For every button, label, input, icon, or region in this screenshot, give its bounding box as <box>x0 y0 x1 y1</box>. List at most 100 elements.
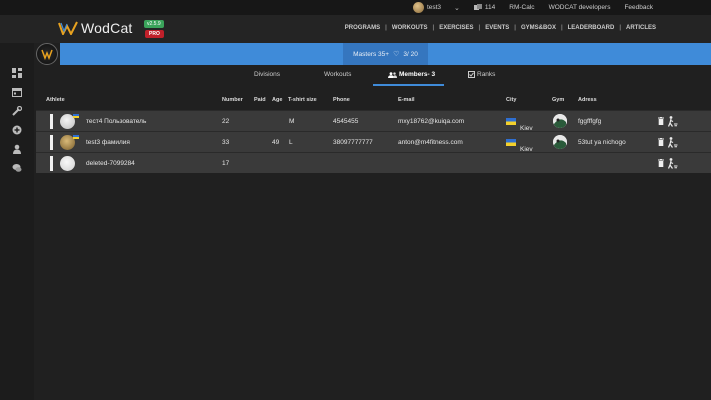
tab-members-label: Members- 3 <box>399 71 436 78</box>
nav-leaderboard[interactable]: LEADERBOARD <box>568 25 615 31</box>
trash-icon[interactable] <box>658 138 664 146</box>
col-gym: Gym <box>552 97 565 103</box>
col-city: City <box>506 97 517 103</box>
col-email: E-mail <box>398 97 415 103</box>
nav-workouts[interactable]: WORKOUTS <box>392 25 428 31</box>
nav-separator: | <box>514 25 516 31</box>
ukraine-flag-icon <box>73 114 79 118</box>
chat-icon[interactable] <box>12 163 22 173</box>
calendar-icon[interactable] <box>12 87 22 97</box>
checkbox-icon <box>468 71 475 78</box>
tab-ranks-label: Ranks <box>477 71 496 78</box>
chevron-down-icon[interactable]: ⌄ <box>454 4 460 12</box>
athlete-phone: 4545455 <box>333 118 359 125</box>
nav-separator: | <box>432 25 435 31</box>
ukraine-flag-icon <box>506 118 516 125</box>
col-address: Adress <box>578 97 597 103</box>
coins-icon <box>473 4 482 10</box>
rm-calc-link[interactable]: RM-Calc <box>509 4 534 11</box>
developers-link[interactable]: WODCAT developers <box>549 4 611 11</box>
athlete-phone: 38097777777 <box>333 139 373 146</box>
user-icon[interactable] <box>12 144 22 154</box>
athlete-name[interactable]: test3 фамилия <box>86 139 130 146</box>
gym-logo-icon[interactable] <box>553 135 567 149</box>
division-selector[interactable]: Masters 35+ ♡ 3/ 20 <box>343 43 428 65</box>
header: WodCat v2.5.9 PRO PROGRAMS | WORKOUTS | EX… <box>0 15 711 43</box>
col-phone: Phone <box>333 97 350 103</box>
col-athlete: Athlete <box>46 97 65 103</box>
athlete-tshirt: L <box>289 139 293 146</box>
athlete-name[interactable]: тест4 Пользователь <box>86 118 146 125</box>
table-row[interactable]: test3 фамилия 33 49 L 38097777777 anton@… <box>36 131 711 153</box>
athlete-city: Kiev <box>506 139 533 153</box>
sidebar <box>0 43 34 400</box>
members-icon <box>388 71 397 78</box>
main-nav: PROGRAMS | WORKOUTS | EXERCISES | EVENTS | G… <box>345 25 656 31</box>
event-emblem <box>36 43 58 65</box>
nav-articles[interactable]: ARTICLES <box>626 25 656 31</box>
remove-athlete-icon[interactable] <box>668 137 678 148</box>
trash-icon[interactable] <box>658 117 664 125</box>
row-marker <box>50 135 53 150</box>
feedback-link[interactable]: Feedback <box>624 4 653 11</box>
nav-exercises[interactable]: EXERCISES <box>439 25 473 31</box>
athlete-city: Kiev <box>506 118 533 132</box>
athlete-email: anton@m4fitness.com <box>398 139 463 146</box>
nav-events[interactable]: EVENTS <box>485 25 509 31</box>
row-marker <box>50 114 53 129</box>
event-logo-icon <box>41 49 53 61</box>
version-badge: v2.5.9 <box>144 20 164 28</box>
athlete-number: 17 <box>222 160 230 167</box>
athlete-name[interactable]: deleted-7099284 <box>86 160 135 167</box>
user-avatar <box>412 2 424 13</box>
remove-athlete-icon[interactable] <box>668 158 678 169</box>
ukraine-flag-icon <box>73 135 79 139</box>
pro-badge: PRO <box>145 30 164 38</box>
event-tabs: Divisions Workouts Members- 3 Ranks <box>0 65 711 86</box>
nav-programs[interactable]: PROGRAMS <box>345 25 380 31</box>
athlete-number: 33 <box>222 139 230 146</box>
table-row[interactable]: deleted-7099284 17 <box>36 152 711 173</box>
top-bar: test3 ⌄ 114 RM-Calc WODCAT developers Fe… <box>0 0 711 15</box>
add-circle-icon[interactable] <box>12 125 22 135</box>
athlete-address: fggfffgfg <box>578 118 602 125</box>
nav-separator: | <box>619 25 621 31</box>
athlete-address: 53tut ya nichogo <box>578 139 626 146</box>
active-tab-underline <box>373 84 444 86</box>
athlete-number: 22 <box>222 118 230 125</box>
col-tshirt: T-shirt size <box>288 97 317 103</box>
ukraine-flag-icon <box>506 139 516 146</box>
nav-gyms[interactable]: GYMS&BOX <box>521 25 556 31</box>
coins-counter[interactable]: 114 <box>473 4 496 11</box>
tab-divisions[interactable]: Divisions <box>254 71 280 78</box>
table-header: Athlete Number Paid Age T-shirt size Pho… <box>36 90 711 110</box>
athlete-avatar <box>60 156 75 171</box>
wodcat-logo-icon <box>58 21 78 35</box>
tools-icon[interactable] <box>12 106 22 116</box>
row-marker <box>50 156 53 171</box>
remove-athlete-icon[interactable] <box>668 116 678 127</box>
col-age: Age <box>272 97 283 103</box>
coins-value: 114 <box>484 4 496 11</box>
user-menu[interactable]: test3 ⌄ <box>412 2 460 13</box>
app-logo[interactable]: WodCat <box>58 20 133 36</box>
gym-logo-icon[interactable] <box>553 114 567 128</box>
trash-icon[interactable] <box>658 159 664 167</box>
division-count: 3/ 20 <box>403 50 418 58</box>
tab-workouts[interactable]: Workouts <box>324 71 351 78</box>
tab-ranks[interactable]: Ranks <box>468 71 495 78</box>
nav-separator: | <box>385 25 387 31</box>
athlete-tshirt: M <box>289 118 295 125</box>
division-name: Masters 35+ <box>353 50 390 58</box>
nav-separator: | <box>478 25 481 31</box>
username: test3 <box>426 4 442 11</box>
members-table: Athlete Number Paid Age T-shirt size Pho… <box>36 90 711 173</box>
athlete-email: mxy18762@kuiqa.com <box>398 118 465 125</box>
tab-members[interactable]: Members- 3 <box>388 71 435 78</box>
col-paid: Paid <box>254 97 266 103</box>
table-row[interactable]: тест4 Пользователь 22 M 4545455 mxy18762… <box>36 110 711 132</box>
app-name: WodCat <box>81 20 133 36</box>
nav-separator: | <box>560 25 563 31</box>
col-number: Number <box>222 97 243 103</box>
athlete-age: 49 <box>272 139 280 146</box>
